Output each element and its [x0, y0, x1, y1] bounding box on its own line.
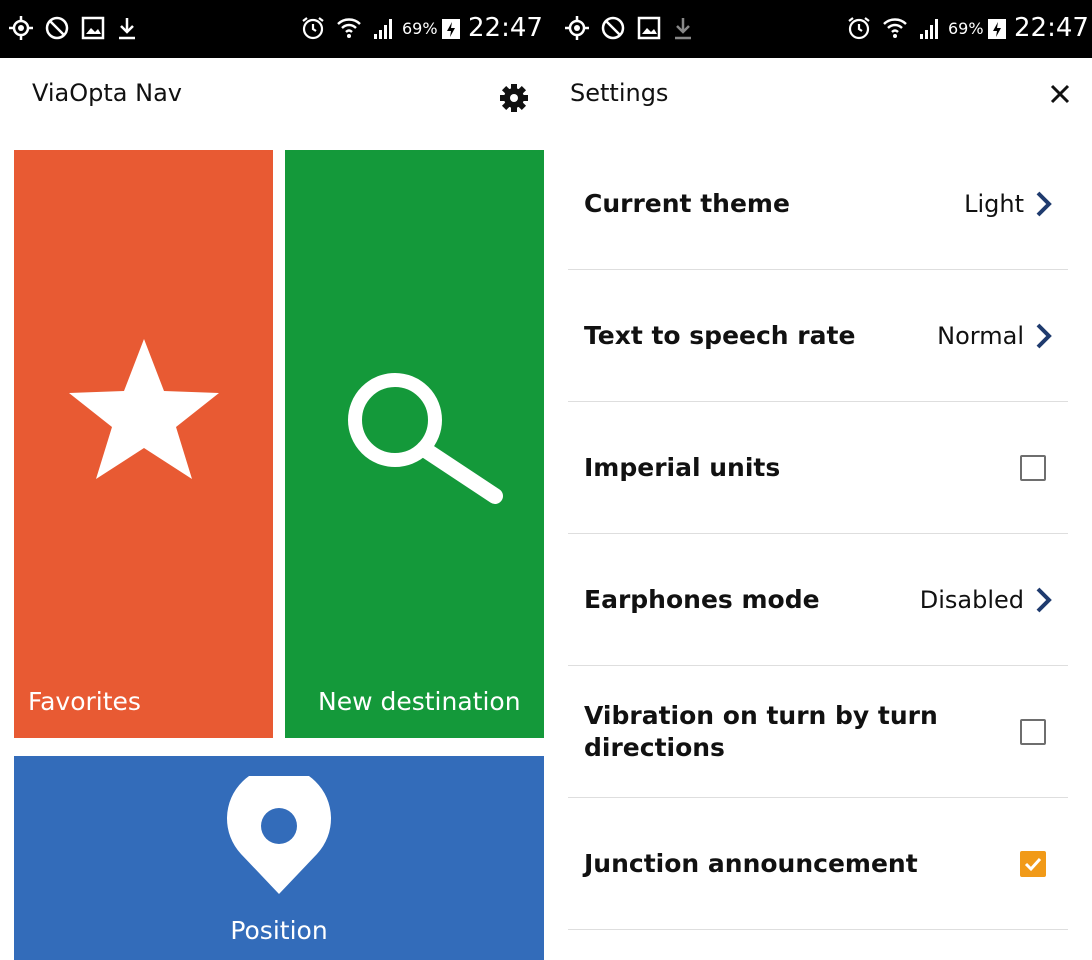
gps-icon	[565, 16, 589, 40]
vibration-checkbox[interactable]	[1020, 718, 1046, 745]
do-not-disturb-icon	[45, 16, 69, 40]
setting-row-text-to-speech-rate[interactable]: Text to speech rate Normal	[568, 270, 1068, 402]
clock: 22:47	[1014, 13, 1089, 43]
home-screen: 69% 22:47 ViaOpta Nav Favorites New dest…	[0, 0, 546, 960]
search-icon	[348, 373, 503, 504]
setting-row-earphones-mode[interactable]: Earphones mode Disabled	[568, 534, 1068, 666]
location-pin-icon	[227, 776, 331, 894]
signal-icon	[920, 19, 938, 39]
setting-row-imperial-units[interactable]: Imperial units	[568, 402, 1068, 534]
gallery-icon	[81, 16, 105, 40]
setting-value: Light	[964, 189, 1024, 218]
settings-title: Settings	[570, 79, 669, 107]
battery-percent: 69%	[948, 19, 984, 38]
favorites-label: Favorites	[28, 687, 141, 716]
status-bar: 69% 22:47	[546, 0, 1092, 58]
close-icon[interactable]	[1040, 74, 1080, 114]
app-title: ViaOpta Nav	[32, 79, 182, 107]
favorites-tile[interactable]: Favorites	[14, 150, 273, 738]
setting-value: Disabled	[919, 585, 1024, 614]
setting-label: Earphones mode	[584, 584, 820, 614]
setting-label: Imperial units	[584, 452, 781, 482]
signal-icon	[374, 19, 392, 39]
chevron-right-icon	[1036, 323, 1052, 348]
download-icon	[119, 18, 135, 40]
setting-value: Normal	[937, 321, 1024, 350]
setting-row-vibration[interactable]: Vibration on turn by turn directions	[568, 666, 1068, 798]
position-tile[interactable]: Position	[14, 756, 544, 960]
setting-label: Vibration on turn by turn directions	[584, 700, 938, 762]
gallery-icon	[637, 16, 661, 40]
settings-screen: 69% 22:47 Settings Current theme Light T…	[546, 0, 1092, 960]
settings-app-bar: Settings	[546, 58, 1092, 132]
settings-gear-icon[interactable]	[494, 78, 534, 118]
position-label: Position	[230, 916, 328, 945]
setting-row-current-theme[interactable]: Current theme Light	[568, 138, 1068, 270]
wifi-icon	[337, 18, 361, 38]
imperial-units-checkbox[interactable]	[1020, 454, 1046, 481]
junction-announcement-checkbox[interactable]	[1020, 850, 1046, 877]
chevron-right-icon	[1036, 587, 1052, 612]
checkmark-icon	[1024, 857, 1042, 871]
download-icon	[675, 18, 691, 40]
battery-icon	[442, 19, 460, 39]
settings-list: Current theme Light Text to speech rate …	[568, 138, 1068, 930]
clock: 22:47	[468, 13, 543, 43]
battery-icon	[988, 19, 1006, 39]
wifi-icon	[883, 18, 907, 38]
status-bar: 69% 22:47	[0, 0, 546, 58]
setting-label: Text to speech rate	[584, 320, 856, 350]
do-not-disturb-icon	[601, 16, 625, 40]
alarm-icon	[848, 17, 870, 40]
setting-label: Junction announcement	[584, 848, 918, 878]
gps-icon	[9, 16, 33, 40]
new-destination-label: New destination	[318, 687, 521, 716]
setting-row-junction-announcement[interactable]: Junction announcement	[568, 798, 1068, 930]
setting-label: Current theme	[584, 188, 790, 218]
home-app-bar: ViaOpta Nav	[0, 58, 546, 132]
new-destination-tile[interactable]: New destination	[285, 150, 544, 738]
chevron-right-icon	[1036, 191, 1052, 216]
battery-percent: 69%	[402, 19, 438, 38]
star-icon	[69, 339, 219, 479]
alarm-icon	[302, 17, 324, 40]
